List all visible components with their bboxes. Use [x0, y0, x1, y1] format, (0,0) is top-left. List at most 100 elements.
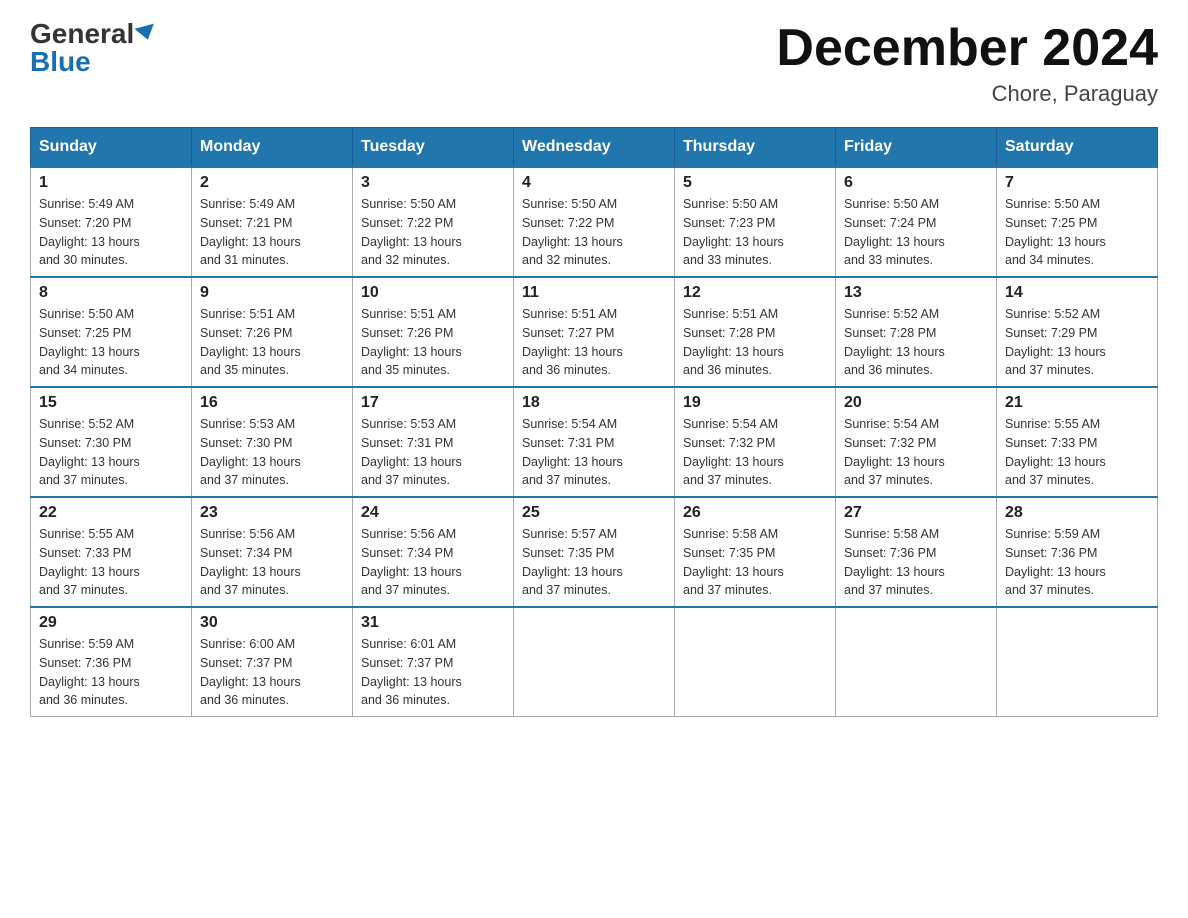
day-number: 5 [683, 174, 827, 192]
day-number: 4 [522, 174, 666, 192]
calendar-day-cell: 30 Sunrise: 6:00 AM Sunset: 7:37 PM Dayl… [192, 607, 353, 717]
calendar-day-cell: 1 Sunrise: 5:49 AM Sunset: 7:20 PM Dayli… [31, 167, 192, 277]
day-info: Sunrise: 5:54 AM Sunset: 7:32 PM Dayligh… [844, 415, 988, 490]
calendar-day-cell: 9 Sunrise: 5:51 AM Sunset: 7:26 PM Dayli… [192, 277, 353, 387]
day-number: 16 [200, 394, 344, 412]
calendar-week-row: 22 Sunrise: 5:55 AM Sunset: 7:33 PM Dayl… [31, 497, 1158, 607]
calendar-day-cell [997, 607, 1158, 717]
day-number: 24 [361, 504, 505, 522]
calendar-day-cell: 7 Sunrise: 5:50 AM Sunset: 7:25 PM Dayli… [997, 167, 1158, 277]
calendar-day-cell: 5 Sunrise: 5:50 AM Sunset: 7:23 PM Dayli… [675, 167, 836, 277]
calendar-day-cell: 15 Sunrise: 5:52 AM Sunset: 7:30 PM Dayl… [31, 387, 192, 497]
day-number: 17 [361, 394, 505, 412]
day-of-week-header: Wednesday [514, 128, 675, 168]
logo-triangle-icon [135, 24, 158, 43]
day-info: Sunrise: 5:58 AM Sunset: 7:35 PM Dayligh… [683, 525, 827, 600]
day-info: Sunrise: 5:50 AM Sunset: 7:23 PM Dayligh… [683, 195, 827, 270]
calendar-day-cell: 20 Sunrise: 5:54 AM Sunset: 7:32 PM Dayl… [836, 387, 997, 497]
day-number: 14 [1005, 284, 1149, 302]
calendar-day-cell: 16 Sunrise: 5:53 AM Sunset: 7:30 PM Dayl… [192, 387, 353, 497]
day-number: 25 [522, 504, 666, 522]
day-number: 19 [683, 394, 827, 412]
day-info: Sunrise: 5:58 AM Sunset: 7:36 PM Dayligh… [844, 525, 988, 600]
day-number: 15 [39, 394, 183, 412]
day-number: 13 [844, 284, 988, 302]
day-number: 27 [844, 504, 988, 522]
day-number: 29 [39, 614, 183, 632]
day-number: 20 [844, 394, 988, 412]
calendar-day-cell: 28 Sunrise: 5:59 AM Sunset: 7:36 PM Dayl… [997, 497, 1158, 607]
day-info: Sunrise: 5:50 AM Sunset: 7:22 PM Dayligh… [522, 195, 666, 270]
calendar-day-cell: 21 Sunrise: 5:55 AM Sunset: 7:33 PM Dayl… [997, 387, 1158, 497]
day-info: Sunrise: 5:51 AM Sunset: 7:26 PM Dayligh… [200, 305, 344, 380]
day-info: Sunrise: 5:55 AM Sunset: 7:33 PM Dayligh… [39, 525, 183, 600]
day-info: Sunrise: 5:54 AM Sunset: 7:32 PM Dayligh… [683, 415, 827, 490]
calendar-day-cell: 11 Sunrise: 5:51 AM Sunset: 7:27 PM Dayl… [514, 277, 675, 387]
calendar-header-row: SundayMondayTuesdayWednesdayThursdayFrid… [31, 128, 1158, 168]
logo: General Blue [30, 20, 156, 76]
day-number: 10 [361, 284, 505, 302]
day-info: Sunrise: 5:57 AM Sunset: 7:35 PM Dayligh… [522, 525, 666, 600]
day-info: Sunrise: 6:01 AM Sunset: 7:37 PM Dayligh… [361, 635, 505, 710]
day-number: 9 [200, 284, 344, 302]
day-info: Sunrise: 5:50 AM Sunset: 7:25 PM Dayligh… [39, 305, 183, 380]
calendar-week-row: 29 Sunrise: 5:59 AM Sunset: 7:36 PM Dayl… [31, 607, 1158, 717]
day-info: Sunrise: 5:49 AM Sunset: 7:20 PM Dayligh… [39, 195, 183, 270]
day-info: Sunrise: 5:53 AM Sunset: 7:31 PM Dayligh… [361, 415, 505, 490]
calendar-day-cell [514, 607, 675, 717]
calendar-day-cell: 23 Sunrise: 5:56 AM Sunset: 7:34 PM Dayl… [192, 497, 353, 607]
day-number: 23 [200, 504, 344, 522]
day-info: Sunrise: 5:50 AM Sunset: 7:25 PM Dayligh… [1005, 195, 1149, 270]
day-number: 8 [39, 284, 183, 302]
calendar-day-cell: 22 Sunrise: 5:55 AM Sunset: 7:33 PM Dayl… [31, 497, 192, 607]
day-info: Sunrise: 5:51 AM Sunset: 7:27 PM Dayligh… [522, 305, 666, 380]
day-number: 12 [683, 284, 827, 302]
day-info: Sunrise: 5:52 AM Sunset: 7:30 PM Dayligh… [39, 415, 183, 490]
calendar-day-cell: 13 Sunrise: 5:52 AM Sunset: 7:28 PM Dayl… [836, 277, 997, 387]
day-number: 18 [522, 394, 666, 412]
calendar-day-cell: 19 Sunrise: 5:54 AM Sunset: 7:32 PM Dayl… [675, 387, 836, 497]
calendar-day-cell: 14 Sunrise: 5:52 AM Sunset: 7:29 PM Dayl… [997, 277, 1158, 387]
calendar-table: SundayMondayTuesdayWednesdayThursdayFrid… [30, 127, 1158, 717]
day-number: 3 [361, 174, 505, 192]
day-number: 7 [1005, 174, 1149, 192]
logo-blue-text: Blue [30, 48, 91, 76]
day-info: Sunrise: 5:51 AM Sunset: 7:28 PM Dayligh… [683, 305, 827, 380]
day-info: Sunrise: 6:00 AM Sunset: 7:37 PM Dayligh… [200, 635, 344, 710]
calendar-day-cell [675, 607, 836, 717]
calendar-day-cell: 3 Sunrise: 5:50 AM Sunset: 7:22 PM Dayli… [353, 167, 514, 277]
day-number: 28 [1005, 504, 1149, 522]
calendar-day-cell: 12 Sunrise: 5:51 AM Sunset: 7:28 PM Dayl… [675, 277, 836, 387]
title-block: December 2024 Chore, Paraguay [776, 20, 1158, 107]
day-info: Sunrise: 5:59 AM Sunset: 7:36 PM Dayligh… [39, 635, 183, 710]
day-number: 21 [1005, 394, 1149, 412]
day-info: Sunrise: 5:49 AM Sunset: 7:21 PM Dayligh… [200, 195, 344, 270]
calendar-week-row: 15 Sunrise: 5:52 AM Sunset: 7:30 PM Dayl… [31, 387, 1158, 497]
day-info: Sunrise: 5:53 AM Sunset: 7:30 PM Dayligh… [200, 415, 344, 490]
calendar-day-cell: 24 Sunrise: 5:56 AM Sunset: 7:34 PM Dayl… [353, 497, 514, 607]
day-number: 1 [39, 174, 183, 192]
calendar-week-row: 1 Sunrise: 5:49 AM Sunset: 7:20 PM Dayli… [31, 167, 1158, 277]
calendar-day-cell: 2 Sunrise: 5:49 AM Sunset: 7:21 PM Dayli… [192, 167, 353, 277]
day-of-week-header: Tuesday [353, 128, 514, 168]
month-title: December 2024 [776, 20, 1158, 77]
calendar-day-cell: 27 Sunrise: 5:58 AM Sunset: 7:36 PM Dayl… [836, 497, 997, 607]
day-info: Sunrise: 5:56 AM Sunset: 7:34 PM Dayligh… [200, 525, 344, 600]
calendar-week-row: 8 Sunrise: 5:50 AM Sunset: 7:25 PM Dayli… [31, 277, 1158, 387]
day-info: Sunrise: 5:50 AM Sunset: 7:22 PM Dayligh… [361, 195, 505, 270]
calendar-day-cell: 25 Sunrise: 5:57 AM Sunset: 7:35 PM Dayl… [514, 497, 675, 607]
day-info: Sunrise: 5:52 AM Sunset: 7:28 PM Dayligh… [844, 305, 988, 380]
day-number: 11 [522, 284, 666, 302]
calendar-day-cell: 8 Sunrise: 5:50 AM Sunset: 7:25 PM Dayli… [31, 277, 192, 387]
calendar-day-cell: 10 Sunrise: 5:51 AM Sunset: 7:26 PM Dayl… [353, 277, 514, 387]
day-of-week-header: Thursday [675, 128, 836, 168]
page-header: General Blue December 2024 Chore, Paragu… [30, 20, 1158, 107]
location-label: Chore, Paraguay [776, 81, 1158, 107]
day-info: Sunrise: 5:59 AM Sunset: 7:36 PM Dayligh… [1005, 525, 1149, 600]
day-of-week-header: Monday [192, 128, 353, 168]
calendar-day-cell: 6 Sunrise: 5:50 AM Sunset: 7:24 PM Dayli… [836, 167, 997, 277]
day-info: Sunrise: 5:52 AM Sunset: 7:29 PM Dayligh… [1005, 305, 1149, 380]
day-number: 26 [683, 504, 827, 522]
logo-general-text: General [30, 20, 134, 48]
calendar-day-cell: 26 Sunrise: 5:58 AM Sunset: 7:35 PM Dayl… [675, 497, 836, 607]
